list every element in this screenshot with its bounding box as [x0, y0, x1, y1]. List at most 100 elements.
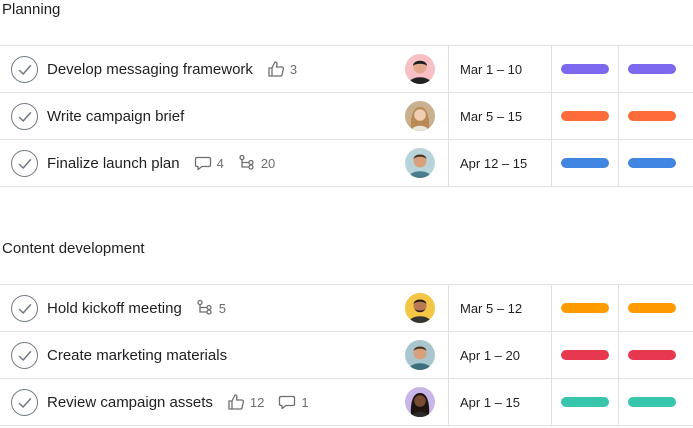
complete-task-checkbox[interactable] [11, 389, 38, 416]
avatar-6-image [405, 387, 435, 417]
comment-icon [279, 395, 296, 410]
table-row[interactable]: Finalize launch plan 4 20 Apr 12 – 15 [0, 140, 693, 187]
pill-cell-1 [552, 93, 619, 139]
thumbs-up-icon [268, 61, 284, 77]
complete-task-checkbox[interactable] [11, 56, 38, 83]
checkmark-icon [18, 303, 31, 314]
pill-cell-1 [552, 46, 619, 92]
table-row[interactable]: Create marketing materials Apr 1 – 20 [0, 332, 693, 379]
pill-cell-2 [619, 379, 693, 425]
assignee-avatar[interactable] [405, 293, 435, 323]
due-date[interactable]: Mar 5 – 12 [449, 285, 552, 331]
comments-meta[interactable]: 1 [278, 394, 309, 410]
section-title-content-development: Content development [2, 240, 145, 257]
assignee-avatar[interactable] [405, 148, 435, 178]
pill-cell-2 [619, 332, 693, 378]
checkmark-icon [18, 158, 31, 169]
subtasks-count: 20 [260, 155, 276, 171]
likes-count: 3 [289, 61, 298, 77]
task-table-content-development: Hold kickoff meeting 5 Mar 5 – 12 Create… [0, 284, 693, 426]
complete-task-checkbox[interactable] [11, 103, 38, 130]
task-name-wrapper[interactable]: Create marketing materials [47, 347, 227, 364]
task-name[interactable]: Create marketing materials [47, 347, 227, 364]
assignee-avatar[interactable] [405, 387, 435, 417]
pill-cell-1 [552, 285, 619, 331]
pill-cell-2 [619, 93, 693, 139]
task-name[interactable]: Write campaign brief [47, 108, 184, 125]
task-name-cell: Review campaign assets 12 1 [0, 379, 449, 425]
pill-cell-1 [552, 140, 619, 186]
task-table-planning: Develop messaging framework 3 Mar 1 – 10… [0, 45, 693, 187]
task-name-cell: Develop messaging framework 3 [0, 46, 449, 92]
section-title-planning: Planning [2, 1, 61, 18]
due-date[interactable]: Apr 1 – 15 [449, 379, 552, 425]
status-pill[interactable] [561, 350, 609, 360]
task-name-cell: Finalize launch plan 4 20 [0, 140, 449, 186]
table-row[interactable]: Write campaign brief Mar 5 – 15 [0, 93, 693, 140]
task-name-cell: Create marketing materials [0, 332, 449, 378]
pill-cell-2 [619, 46, 693, 92]
task-name-wrapper[interactable]: Develop messaging framework 3 [47, 60, 297, 78]
assignee-avatar[interactable] [405, 101, 435, 131]
priority-pill[interactable] [628, 158, 676, 168]
subtasks-icon [239, 154, 254, 170]
subtasks-meta[interactable]: 5 [196, 299, 226, 317]
status-pill[interactable] [561, 397, 609, 407]
task-name-cell: Write campaign brief [0, 93, 449, 139]
subtasks-icon [197, 299, 212, 315]
table-row[interactable]: Develop messaging framework 3 Mar 1 – 10 [0, 46, 693, 93]
subtasks-count: 5 [218, 300, 227, 316]
table-row[interactable]: Hold kickoff meeting 5 Mar 5 – 12 [0, 285, 693, 332]
pill-cell-1 [552, 379, 619, 425]
due-date[interactable]: Mar 1 – 10 [449, 46, 552, 92]
priority-pill[interactable] [628, 397, 676, 407]
status-pill[interactable] [561, 111, 609, 121]
complete-task-checkbox[interactable] [11, 150, 38, 177]
priority-pill[interactable] [628, 64, 676, 74]
status-pill[interactable] [561, 158, 609, 168]
due-date[interactable]: Mar 5 – 15 [449, 93, 552, 139]
task-name-wrapper[interactable]: Write campaign brief [47, 108, 184, 125]
subtasks-meta[interactable]: 20 [238, 154, 275, 172]
pill-cell-2 [619, 285, 693, 331]
assignee-avatar[interactable] [405, 340, 435, 370]
avatar-1-image [405, 54, 435, 84]
task-name[interactable]: Review campaign assets [47, 394, 213, 411]
comments-count: 1 [301, 394, 309, 410]
task-name[interactable]: Hold kickoff meeting [47, 300, 182, 317]
due-date[interactable]: Apr 1 – 20 [449, 332, 552, 378]
thumbs-up-icon [228, 394, 244, 410]
task-name-wrapper[interactable]: Finalize launch plan 4 20 [47, 154, 275, 172]
task-name-cell: Hold kickoff meeting 5 [0, 285, 449, 331]
avatar-4-image [405, 293, 435, 323]
checkmark-icon [18, 350, 31, 361]
priority-pill[interactable] [628, 111, 676, 121]
complete-task-checkbox[interactable] [11, 342, 38, 369]
checkmark-icon [18, 111, 31, 122]
likes-meta[interactable]: 3 [267, 60, 297, 78]
comments-meta[interactable]: 4 [194, 155, 224, 171]
pill-cell-2 [619, 140, 693, 186]
avatar-5-image [405, 340, 435, 370]
avatar-2-image [405, 101, 435, 131]
table-row[interactable]: Review campaign assets 12 1 Apr 1 – 15 [0, 379, 693, 426]
priority-pill[interactable] [628, 350, 676, 360]
status-pill[interactable] [561, 64, 609, 74]
task-name[interactable]: Develop messaging framework [47, 61, 253, 78]
comment-icon [194, 156, 211, 171]
task-name-wrapper[interactable]: Hold kickoff meeting 5 [47, 299, 226, 317]
assignee-avatar[interactable] [405, 54, 435, 84]
priority-pill[interactable] [628, 303, 676, 313]
checkmark-icon [18, 64, 31, 75]
checkmark-icon [18, 397, 31, 408]
status-pill[interactable] [561, 303, 609, 313]
due-date[interactable]: Apr 12 – 15 [449, 140, 552, 186]
task-name[interactable]: Finalize launch plan [47, 155, 180, 172]
avatar-3-image [405, 148, 435, 178]
comments-count: 4 [216, 155, 224, 171]
complete-task-checkbox[interactable] [11, 295, 38, 322]
likes-meta[interactable]: 12 [227, 393, 264, 411]
task-name-wrapper[interactable]: Review campaign assets 12 1 [47, 393, 309, 411]
pill-cell-1 [552, 332, 619, 378]
likes-count: 12 [249, 394, 265, 410]
